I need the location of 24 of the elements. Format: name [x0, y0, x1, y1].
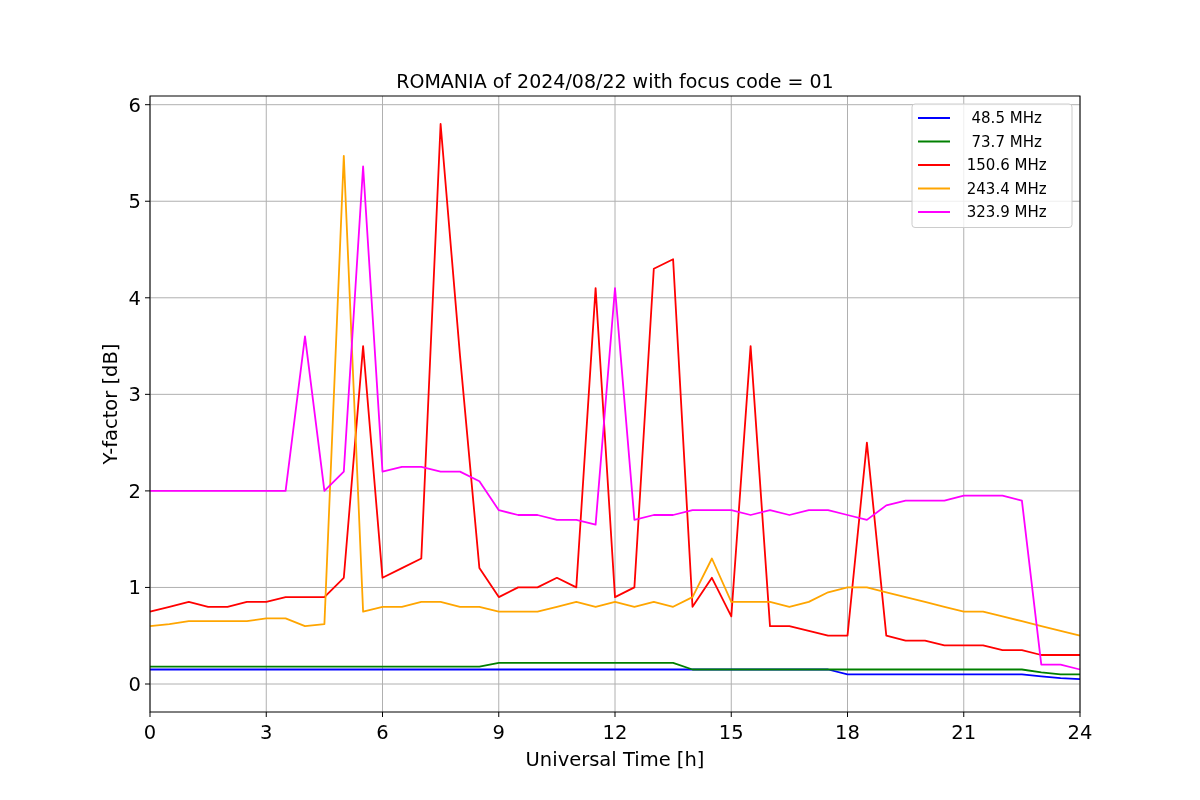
tick-label: 15 — [718, 721, 744, 744]
tick-label: 3 — [260, 721, 273, 744]
x-axis-label: Universal Time [h] — [525, 748, 705, 771]
tick-label: 9 — [492, 721, 505, 744]
tick-label: 2 — [128, 479, 141, 503]
y-axis-label: Y-factor [dB] — [99, 343, 122, 465]
tick-label: 21 — [951, 721, 977, 744]
tick-label: 4 — [128, 286, 141, 310]
tick-label: 0 — [143, 721, 157, 744]
tick-label: 12 — [602, 721, 628, 744]
tick-label: 6 — [128, 93, 141, 117]
tick-label: 0 — [128, 673, 141, 696]
tick-label: 18 — [835, 721, 860, 744]
tick-label: 1 — [128, 576, 141, 600]
legend-label: 243.4 MHz — [966, 179, 1047, 198]
tick-label: 5 — [128, 190, 141, 214]
legend-label: 48.5 MHz — [971, 109, 1042, 127]
tick-label: 24 — [1067, 721, 1093, 744]
tick-label: 3 — [128, 383, 141, 407]
legend-label: 150.6 MHz — [966, 156, 1047, 174]
tick-label: 6 — [376, 721, 389, 744]
legend-label: 323.9 MHz — [966, 203, 1047, 221]
chart-title: ROMANIA of 2024/08/22 with focus code = 01 — [396, 70, 834, 92]
legend-label: 73.7 MHz — [971, 132, 1042, 151]
